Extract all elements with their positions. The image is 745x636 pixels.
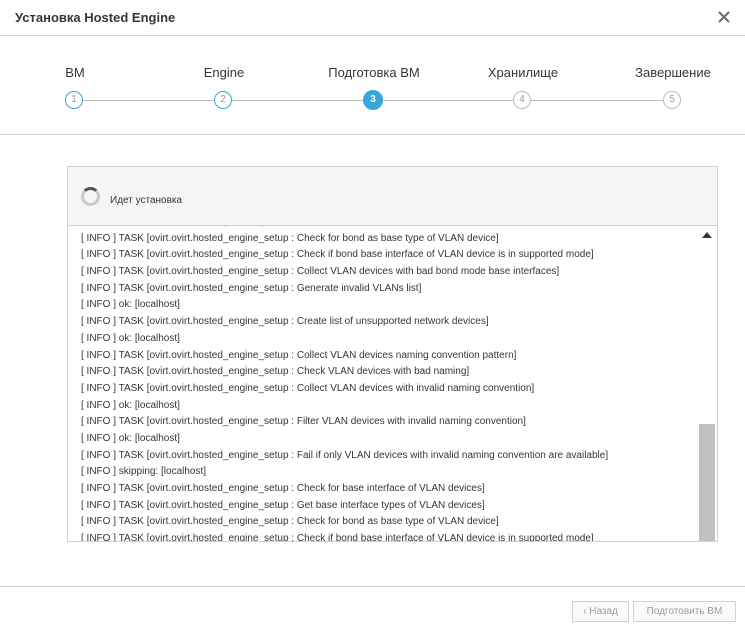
log-line: [ INFO ] TASK [ovirt.ovirt.hosted_engine… [81,249,594,261]
wizard-step-label: ВМ [65,65,85,80]
log-line: [ INFO ] skipping: [localhost] [81,466,207,478]
dialog-footer: ‹ Назад Подготовить ВМ [0,586,745,636]
installation-status-bar: Идет установка [68,167,717,226]
log-lines: [ INFO ] TASK [ovirt.ovirt.hosted_engine… [81,226,608,541]
log-line: [ INFO ] TASK [ovirt.ovirt.hosted_engine… [81,366,470,378]
log-line: [ INFO ] TASK [ovirt.ovirt.hosted_engine… [81,516,499,528]
installation-log-panel: Идет установка [ INFO ] TASK [ovirt.ovir… [67,166,718,542]
wizard-steps: ВМ 1 Engine 2 Подготовка ВМ 3 Хранилище … [0,36,745,135]
log-line: [ INFO ] TASK [ovirt.ovirt.hosted_engine… [81,416,526,428]
wizard-step-number: 1 [65,91,83,109]
log-line: [ INFO ] TASK [ovirt.ovirt.hosted_engine… [81,282,422,294]
wizard-step-label: Подготовка ВМ [328,65,420,80]
scrollbar-thumb[interactable] [699,424,715,541]
dialog-header: Установка Hosted Engine [0,0,745,36]
log-line: [ INFO ] ok: [localhost] [81,332,180,344]
dialog-title: Установка Hosted Engine [15,10,176,25]
wizard-step-label: Завершение [635,65,711,80]
log-scrollbar[interactable] [698,226,717,541]
log-line: [ INFO ] TASK [ovirt.ovirt.hosted_engine… [81,316,489,328]
log-line: [ INFO ] TASK [ovirt.ovirt.hosted_engine… [81,232,499,244]
log-line: [ INFO ] TASK [ovirt.ovirt.hosted_engine… [81,499,485,511]
log-line: [ INFO ] ok: [localhost] [81,299,180,311]
wizard-step-number: 4 [513,91,531,109]
close-icon[interactable] [713,6,735,28]
wizard-step-number: 2 [214,91,232,109]
log-output[interactable]: [ INFO ] TASK [ovirt.ovirt.hosted_engine… [68,226,699,541]
wizard-step-number: 3 [363,90,383,110]
log-line: [ INFO ] TASK [ovirt.ovirt.hosted_engine… [81,382,535,394]
log-line: [ INFO ] TASK [ovirt.ovirt.hosted_engine… [81,266,560,278]
log-line: [ INFO ] TASK [ovirt.ovirt.hosted_engine… [81,533,594,541]
installation-status-text: Идет установка [110,195,183,206]
wizard-step-label: Engine [203,65,245,80]
log-line: [ INFO ] TASK [ovirt.ovirt.hosted_engine… [81,349,517,361]
scroll-up-arrow-icon[interactable] [702,232,712,238]
wizard-step-label: Хранилище [487,65,559,80]
wizard-step-number: 5 [663,91,681,109]
log-line: [ INFO ] TASK [ovirt.ovirt.hosted_engine… [81,449,609,461]
log-line: [ INFO ] ok: [localhost] [81,432,180,444]
spinner-icon [81,187,100,206]
log-line: [ INFO ] ok: [localhost] [81,399,180,411]
back-button[interactable]: ‹ Назад [572,601,629,622]
log-line: [ INFO ] TASK [ovirt.ovirt.hosted_engine… [81,483,485,494]
prepare-vm-button[interactable]: Подготовить ВМ [633,601,736,622]
